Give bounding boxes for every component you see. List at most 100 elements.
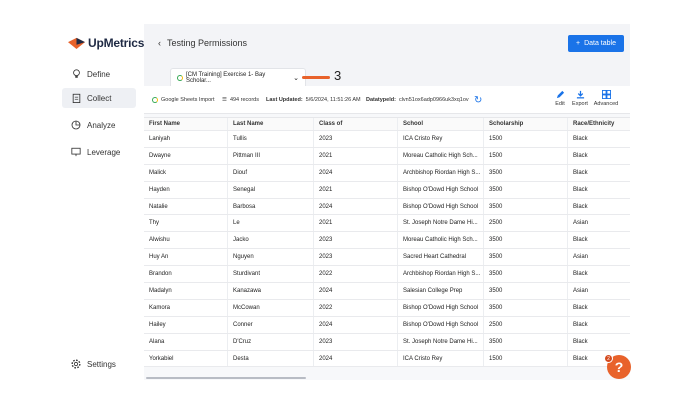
datatype-label: Datatypeld: [366,97,396,103]
last-updated-label: Last Updated: [266,97,303,103]
sidebar-item-define[interactable]: Define [62,64,136,84]
table-cell: Barbosa [228,198,314,215]
data-table: First Name Last Name Class of School Sch… [144,117,630,368]
table-cell: 3500 [484,299,568,316]
table-row[interactable]: Huy An Nguyen 2023 Sacred Heart Cathedral 35… [144,249,630,267]
table-row[interactable]: Kamora McCowan 2022 Bishop O'Dowd High Scho… [144,299,630,317]
source-info: Google Sheets Import [152,97,215,103]
table-cell: Black [573,338,588,345]
brand-name: UpMetrics [88,36,145,50]
table-cell: Black [573,237,588,244]
table-cell: Black [573,304,588,311]
table-row[interactable]: Hailey Conner 2024 Bishop O'Dowd High Schoo… [144,316,630,334]
table-cell: 3500 [484,164,568,181]
export-button[interactable]: Export [568,90,592,107]
table-cell: Tullis [228,131,314,147]
column-header[interactable]: Last Name [228,118,314,130]
table-row[interactable]: Thy Le 2021 St. Joseph Notre Dame Hi... 2500… [144,215,630,233]
last-updated-info: Last Updated: 5/6/2024, 11:51:26 AM [266,97,361,103]
table-cell: Black [573,169,588,176]
table-cell: McCowan [228,299,314,316]
table-cell: 3500 [484,198,568,215]
advanced-button[interactable]: Advanced [594,90,618,107]
table-cell: 2022 [314,299,398,316]
export-label: Export [572,101,588,107]
table-cell: 2023 [314,131,398,147]
clipboard-icon [71,93,81,103]
table-cell: 2023 [314,249,398,266]
table-cell: Diouf [228,164,314,181]
google-sheets-icon [177,74,183,81]
table-cell: 2022 [314,266,398,283]
page-title: Testing Permissions [167,38,248,48]
app-window: UpMetrics Define Collect Analyze Leverag… [56,24,630,380]
table-cell: 3500 [484,181,568,198]
table-row[interactable]: Madalyn Kanazawa 2024 Salesian College Prep… [144,283,630,300]
table-cell: 2024 [314,164,398,181]
table-row[interactable]: Brandon Sturdivant 2022 Archbishop Riordan … [144,266,630,284]
table-cell: 2021 [314,147,398,164]
list-icon: ☰ [222,97,227,103]
table-row[interactable]: Natalie Barbosa 2024 Bishop O'Dowd High Sch… [144,198,630,216]
sidebar-item-label: Define [87,69,111,79]
refresh-icon[interactable]: ↻ [474,95,482,106]
column-header[interactable]: School [398,118,484,130]
table-cell: Kanazawa [228,283,314,299]
notification-badge: 2 [604,354,613,363]
gear-icon [71,359,81,369]
dataset-tab[interactable]: [CM Training] Exercise 1- Bay Scholar...… [170,68,306,86]
sidebar-item-collect[interactable]: Collect [62,88,136,108]
table-row[interactable]: Alwishu Jacko 2023 Moreau Catholic High Sch… [144,232,630,250]
table-cell: 3500 [484,283,568,299]
page-header: ‹ Testing Permissions + Data table [144,24,630,64]
table-cell: Bishop O'Dowd High School [398,316,484,333]
column-header[interactable]: Class of [314,118,398,130]
table-cell: Laniyah [144,131,228,147]
table-row[interactable]: Dwayne Pittman III 2021 Moreau Catholic Hig… [144,147,630,165]
back-link[interactable]: ‹ Testing Permissions [158,38,247,48]
lightbulb-icon [71,69,81,79]
callout-arrow [302,76,330,79]
sidebar-item-leverage[interactable]: Leverage [62,142,136,162]
data-table-button[interactable]: + Data table [568,35,624,52]
chevron-down-icon[interactable]: ⌄ [293,74,299,82]
table-cell: 2500 [484,316,568,333]
datatype-value: clvn51ox6adp0966uk3xq1ov [398,97,469,103]
records-count: 494 records [229,97,259,103]
chevron-left-icon: ‹ [158,38,161,48]
help-label: ? [614,359,624,375]
google-sheets-icon [152,97,158,103]
table-cell: 2021 [314,181,398,198]
column-header[interactable]: Scholarship [484,118,568,130]
table-cell: 2024 [314,350,398,367]
sidebar-item-analyze[interactable]: Analyze [62,115,136,135]
column-header[interactable]: First Name [144,118,228,130]
horizontal-scrollbar[interactable] [146,377,306,379]
upmetrics-logo-icon [68,37,85,49]
table-cell: D'Cruz [228,333,314,350]
table-cell: Conner [228,316,314,333]
table-cell: 1500 [484,350,568,367]
table-cell: Huy An [144,249,228,266]
grid-icon [601,90,611,99]
table-row[interactable]: Laniyah Tullis 2023 ICA Cristo Rey 1500 Black [144,131,630,148]
table-row[interactable]: Alana D'Cruz 2023 St. Joseph Notre Dame Hi.… [144,333,630,351]
plus-icon: + [575,40,581,47]
table-cell: 1500 [484,147,568,164]
table-cell: Madalyn [144,283,228,299]
table-cell: Senegal [228,181,314,198]
dataset-tab-label: [CM Training] Exercise 1- Bay Scholar... [185,71,266,84]
pie-chart-icon [71,120,81,130]
last-updated-value: 5/6/2024, 11:51:26 AM [305,97,361,103]
table-row[interactable]: Yorkabiel Desta 2024 ICA Cristo Rey 1500 Blac… [144,350,630,368]
presentation-icon [71,147,81,157]
column-header[interactable]: Race/Ethnicity [568,118,630,130]
table-row[interactable]: Hayden Senegal 2021 Bishop O'Dowd High Scho… [144,181,630,199]
table-cell: 2024 [314,198,398,215]
sidebar-item-settings[interactable]: Settings [62,354,136,374]
table-cell: Pittman III [228,147,314,164]
table-cell: Hayden [144,181,228,198]
upmetrics-logo[interactable]: UpMetrics [68,36,144,50]
table-row[interactable]: Malick Diouf 2024 Archbishop Riordan High S… [144,164,630,182]
table-cell: 2024 [314,283,398,299]
